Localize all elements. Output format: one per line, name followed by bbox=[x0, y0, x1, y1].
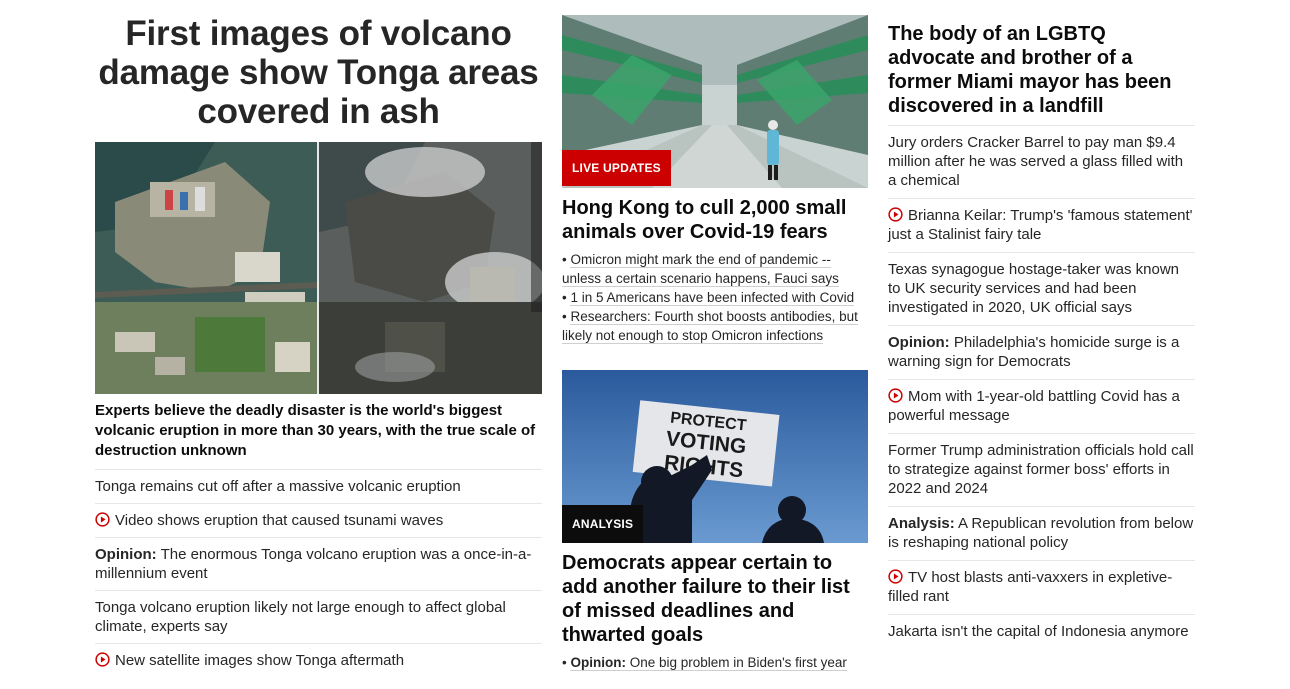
list-item[interactable]: Opinion: Philadelphia's homicide surge i… bbox=[888, 326, 1195, 380]
link-text[interactable]: Texas synagogue hostage-taker was known … bbox=[888, 261, 1179, 316]
link-text[interactable]: Jakarta isn't the capital of Indonesia a… bbox=[888, 623, 1189, 640]
list-item[interactable]: New satellite images show Tonga aftermat… bbox=[95, 644, 542, 677]
lead-story-image[interactable] bbox=[95, 142, 542, 394]
list-item[interactable]: Texas synagogue hostage-taker was known … bbox=[888, 253, 1195, 326]
list-item[interactable]: • Researchers: Fourth shot boosts antibo… bbox=[562, 307, 868, 345]
link-text[interactable]: Video shows eruption that caused tsunami… bbox=[115, 512, 443, 529]
list-item[interactable]: Jakarta isn't the capital of Indonesia a… bbox=[888, 615, 1195, 649]
list-item[interactable]: Mom with 1-year-old battling Covid has a… bbox=[888, 380, 1195, 434]
link-text[interactable]: New satellite images show Tonga aftermat… bbox=[115, 652, 404, 669]
hong-kong-headline[interactable]: Hong Kong to cull 2,000 small animals ov… bbox=[562, 196, 868, 244]
link-text[interactable]: Tonga volcano eruption likely not large … bbox=[95, 599, 506, 635]
lead-headline[interactable]: First images of volcano damage show Tong… bbox=[95, 14, 542, 131]
play-video-icon bbox=[888, 569, 903, 584]
link-text[interactable]: 1 in 5 Americans have been infected with… bbox=[570, 290, 855, 306]
voting-rights-story-image[interactable]: PROTECT VOTING RIGHTS ANALYSIS bbox=[562, 370, 868, 543]
hong-kong-related-links: • Omicron might mark the end of pandemic… bbox=[562, 250, 868, 345]
play-video-icon bbox=[888, 388, 903, 403]
headlines-column: The body of an LGBTQ advocate and brothe… bbox=[888, 0, 1195, 649]
play-video-icon bbox=[95, 512, 110, 527]
list-item[interactable]: Brianna Keilar: Trump's 'famous statemen… bbox=[888, 199, 1195, 253]
democrats-related-links: • Opinion: One big problem in Biden's fi… bbox=[562, 653, 868, 672]
link-body[interactable]: One big problem in Biden's first year bbox=[630, 655, 847, 670]
list-item[interactable]: Tonga volcano eruption likely not large … bbox=[95, 591, 542, 644]
list-item[interactable]: Jury orders Cracker Barrel to pay man $9… bbox=[888, 126, 1195, 199]
secondary-stories-column: LIVE UPDATES Hong Kong to cull 2,000 sma… bbox=[562, 0, 868, 672]
link-text[interactable]: Mom with 1-year-old battling Covid has a… bbox=[888, 388, 1180, 424]
list-item[interactable]: Tonga remains cut off after a massive vo… bbox=[95, 470, 542, 504]
analysis-badge: ANALYSIS bbox=[562, 505, 644, 543]
play-video-icon bbox=[888, 207, 903, 222]
list-item[interactable]: • Omicron might mark the end of pandemic… bbox=[562, 250, 868, 288]
link-text[interactable]: The enormous Tonga volcano eruption was … bbox=[95, 546, 531, 582]
list-item[interactable]: TV host blasts anti-vaxxers in expletive… bbox=[888, 561, 1195, 615]
right-headline-list: Jury orders Cracker Barrel to pay man $9… bbox=[888, 126, 1195, 649]
list-item[interactable]: Video shows eruption that caused tsunami… bbox=[95, 504, 542, 538]
link-prefix: Analysis: bbox=[888, 515, 955, 532]
hong-kong-story-image[interactable]: LIVE UPDATES bbox=[562, 15, 868, 188]
link-prefix: Opinion: bbox=[888, 334, 950, 351]
lead-subheadline[interactable]: Experts believe the deadly disaster is t… bbox=[95, 401, 542, 470]
link-text[interactable]: Opinion: One big problem in Biden's firs… bbox=[570, 655, 847, 671]
right-top-headline[interactable]: The body of an LGBTQ advocate and brothe… bbox=[888, 22, 1195, 126]
list-item[interactable]: Former Trump administration officials ho… bbox=[888, 434, 1195, 507]
link-text[interactable]: Researchers: Fourth shot boosts antibodi… bbox=[562, 309, 858, 344]
link-text[interactable]: Brianna Keilar: Trump's 'famous statemen… bbox=[888, 207, 1193, 243]
link-text[interactable]: TV host blasts anti-vaxxers in expletive… bbox=[888, 569, 1172, 605]
lead-related-links: Tonga remains cut off after a massive vo… bbox=[95, 470, 542, 677]
list-item[interactable]: • Opinion: One big problem in Biden's fi… bbox=[562, 653, 868, 672]
play-video-icon bbox=[95, 652, 110, 667]
lead-story-column: First images of volcano damage show Tong… bbox=[95, 0, 542, 677]
satellite-comparison-image bbox=[95, 142, 542, 394]
link-text[interactable]: Tonga remains cut off after a massive vo… bbox=[95, 478, 461, 495]
live-updates-badge: LIVE UPDATES bbox=[562, 150, 671, 186]
list-item[interactable]: • 1 in 5 Americans have been infected wi… bbox=[562, 288, 868, 307]
link-prefix: Opinion: bbox=[570, 655, 626, 670]
link-text[interactable]: Omicron might mark the end of pandemic -… bbox=[562, 252, 839, 287]
link-text[interactable]: Former Trump administration officials ho… bbox=[888, 442, 1194, 497]
link-text[interactable]: Jury orders Cracker Barrel to pay man $9… bbox=[888, 134, 1183, 189]
link-prefix: Opinion: bbox=[95, 546, 157, 563]
list-item[interactable]: Analysis: A Republican revolution from b… bbox=[888, 507, 1195, 561]
democrats-headline[interactable]: Democrats appear certain to add another … bbox=[562, 551, 868, 647]
list-item[interactable]: Opinion: The enormous Tonga volcano erup… bbox=[95, 538, 542, 591]
